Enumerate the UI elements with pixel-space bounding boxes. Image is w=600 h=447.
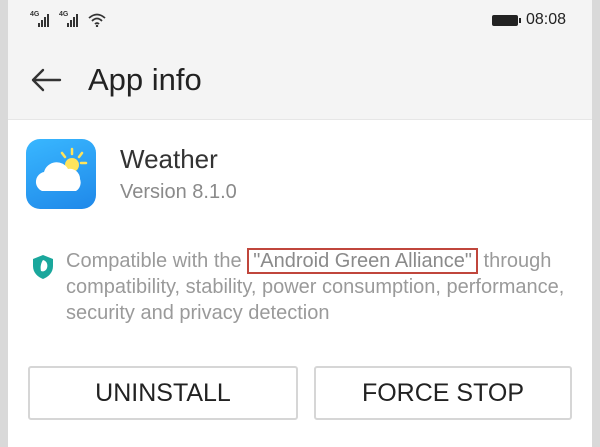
battery-icon (491, 14, 521, 26)
back-arrow-icon[interactable] (28, 62, 64, 98)
force-stop-button[interactable]: FORCE STOP (314, 366, 572, 420)
status-icons-right: 08:08 (491, 11, 566, 29)
app-name: Weather (120, 144, 218, 174)
status-icons-left: 4G 4G (30, 11, 106, 27)
status-bar: 4G 4G 08:08 (8, 0, 592, 40)
shield-icon (33, 255, 53, 279)
signal-icon: 4G (30, 11, 49, 27)
page-title: App info (88, 61, 202, 97)
signal-type-label: 4G (30, 11, 40, 18)
action-buttons: UNINSTALL FORCE STOP (28, 366, 572, 420)
compatibility-prefix: Compatible with the (66, 250, 248, 272)
green-alliance-link[interactable]: "Android Green Alliance" (247, 248, 478, 274)
compatibility-text: Compatible with the "Android Green Allia… (66, 248, 572, 326)
app-bar: App info (8, 40, 592, 120)
signal-type-label: 4G (59, 11, 69, 18)
uninstall-button[interactable]: UNINSTALL (28, 366, 298, 420)
app-version: Version 8.1.0 (120, 181, 237, 203)
compatibility-notice: Compatible with the "Android Green Allia… (8, 248, 592, 326)
signal-icon: 4G (59, 11, 78, 27)
weather-app-icon (26, 139, 96, 209)
wifi-icon (88, 13, 106, 27)
status-time: 08:08 (525, 11, 566, 28)
app-meta: Weather Version 8.1.0 (120, 144, 237, 204)
app-header: Weather Version 8.1.0 (8, 124, 592, 224)
